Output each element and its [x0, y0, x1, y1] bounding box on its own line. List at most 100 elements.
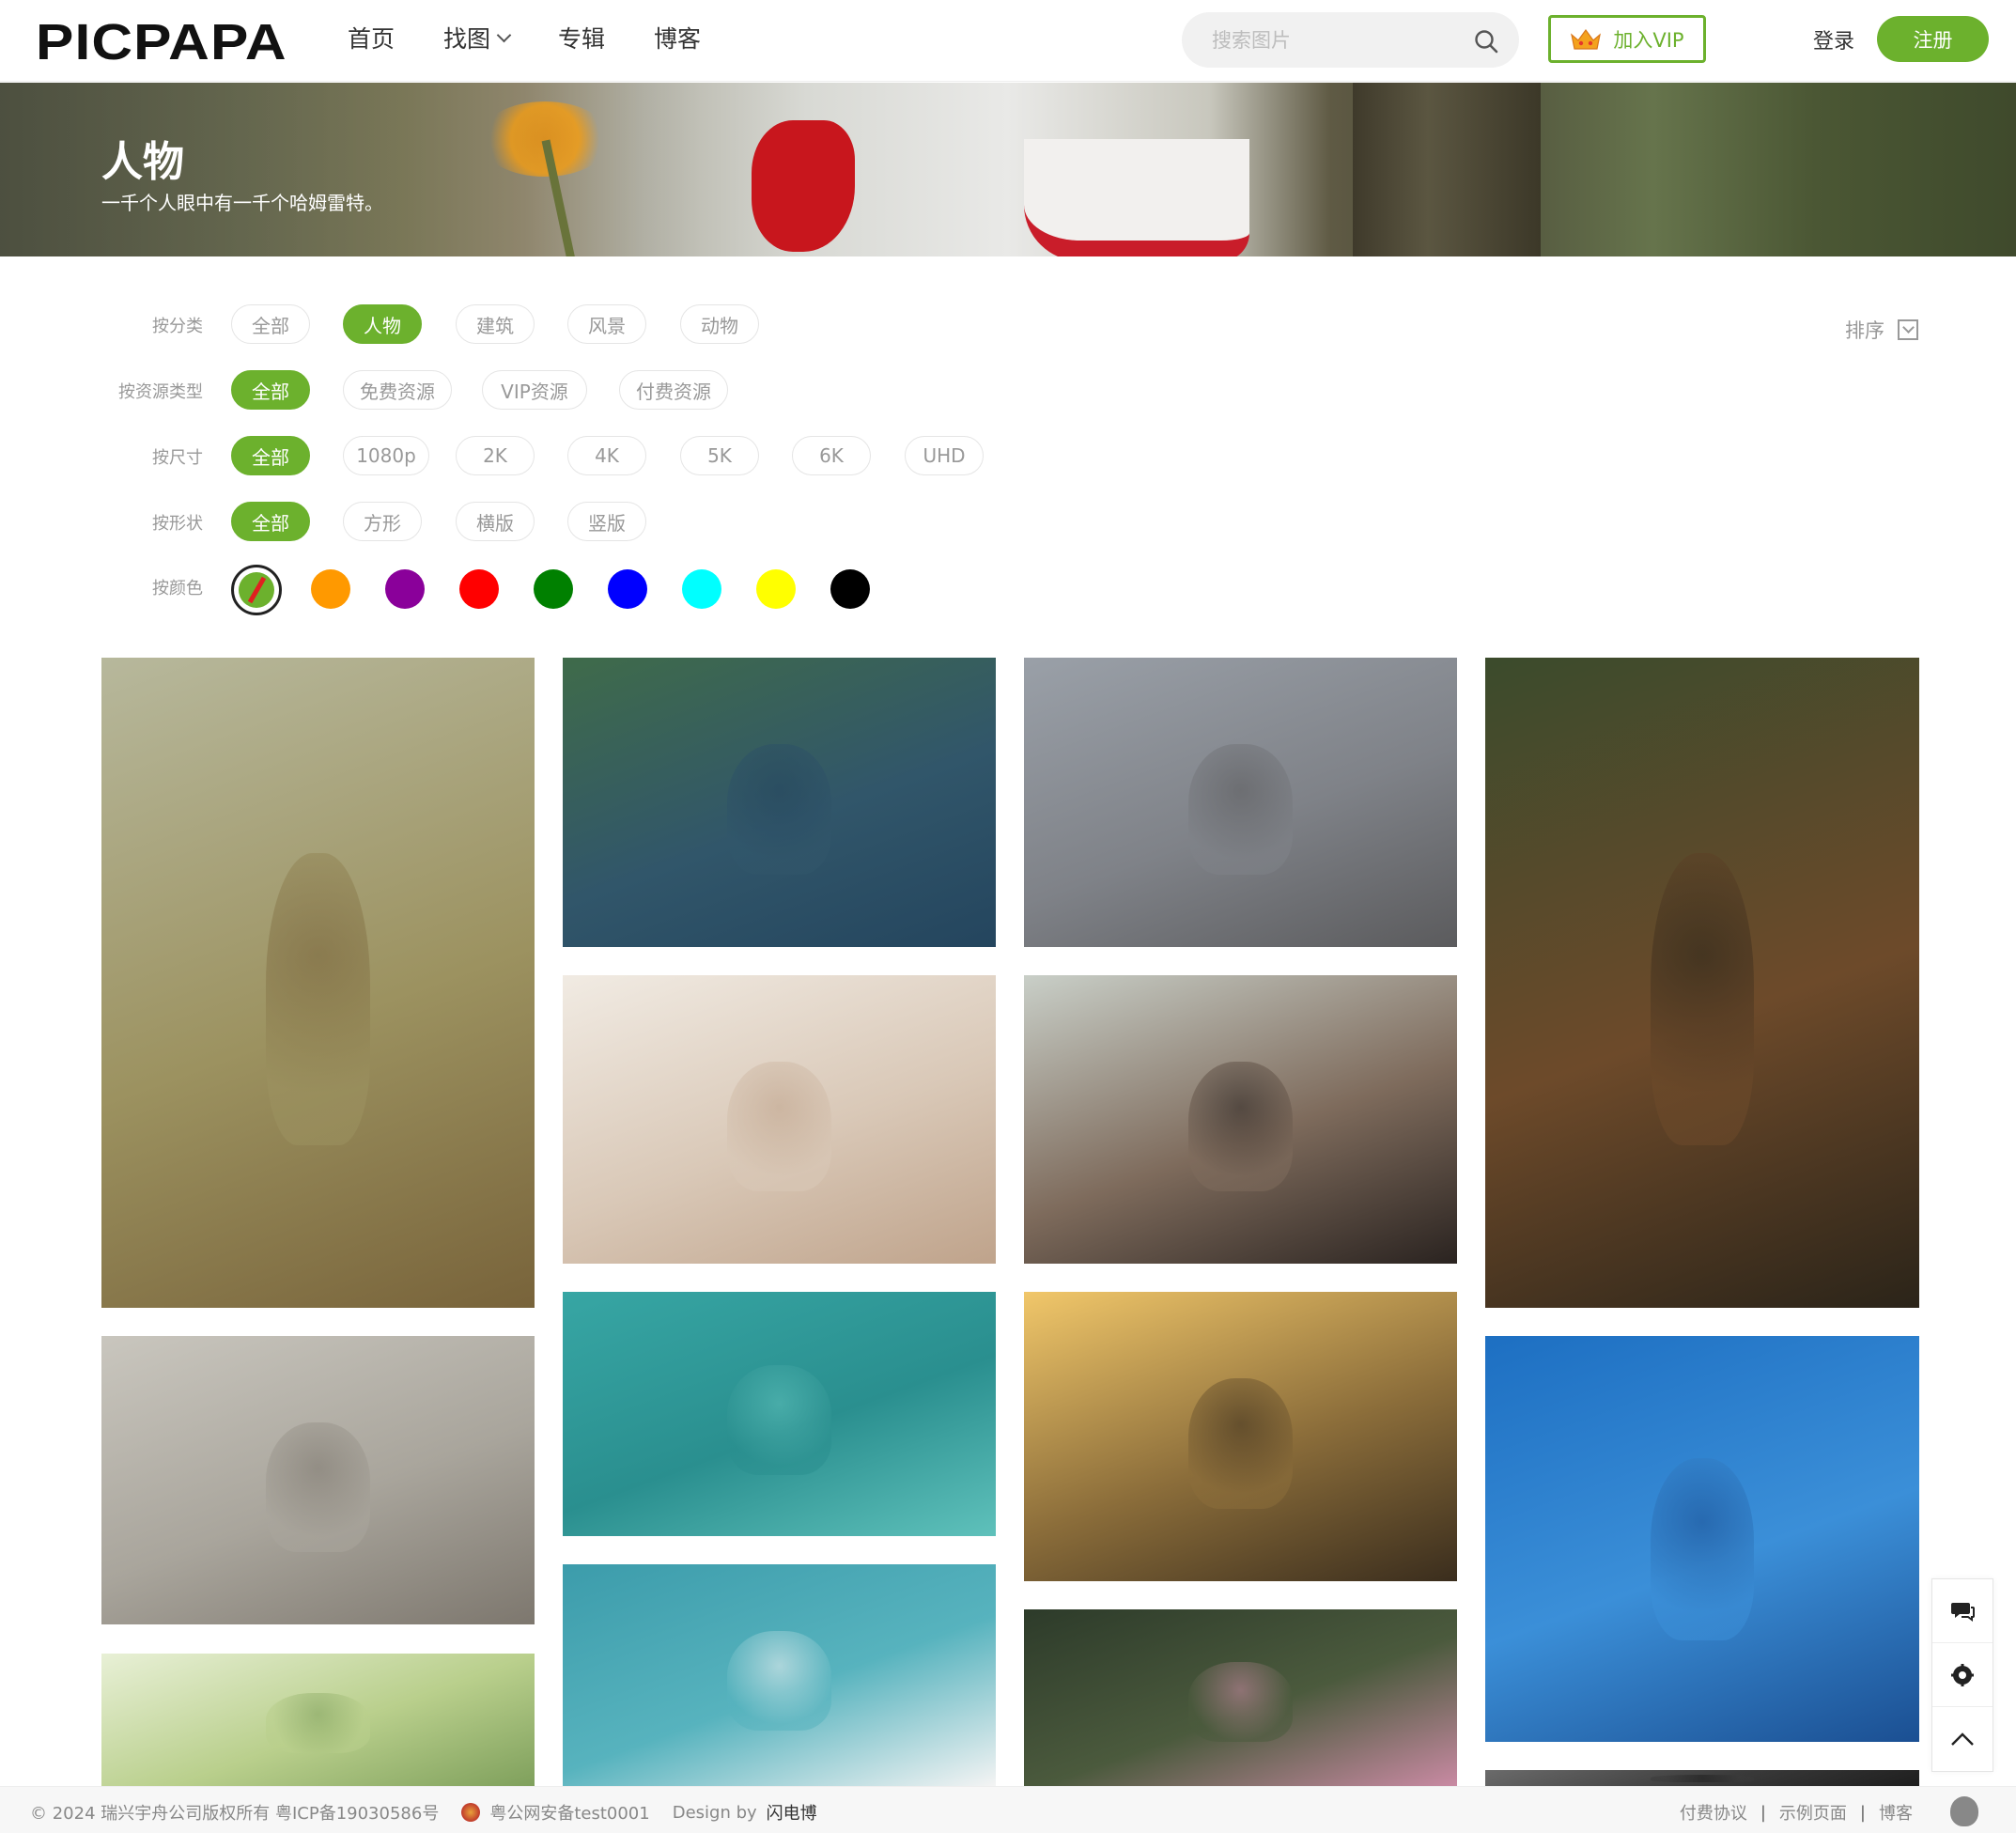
- color-swatch-green[interactable]: [534, 569, 573, 609]
- filter-category-landscape[interactable]: 风景: [567, 304, 646, 344]
- photo-floating-turquoise[interactable]: [563, 1292, 996, 1536]
- color-swatch-red[interactable]: [459, 569, 499, 609]
- register-button[interactable]: 注册: [1877, 16, 1989, 62]
- settings-sun-icon: [1951, 1663, 1974, 1686]
- photo-green-blur[interactable]: [101, 1654, 535, 1786]
- site-logo[interactable]: PICPAPA: [36, 13, 287, 71]
- photo-subject-shape: [1188, 744, 1293, 875]
- sort-label: 排序: [1845, 319, 1884, 342]
- footer-separator: |: [1760, 1802, 1766, 1823]
- login-link[interactable]: 登录: [1813, 24, 1854, 54]
- filter-shape-square[interactable]: 方形: [343, 502, 422, 541]
- photo-subject-shape: [1188, 1378, 1293, 1509]
- design-by-text: Design by: [672, 1802, 757, 1823]
- color-swatch-black[interactable]: [830, 569, 870, 609]
- filter-shape-portrait[interactable]: 竖版: [567, 502, 646, 541]
- nav-label: 博客: [654, 25, 702, 53]
- footer-link-paid-agreement[interactable]: 付费协议: [1680, 1800, 1747, 1825]
- photo-bathtub-woman[interactable]: [563, 975, 996, 1264]
- site-footer: © 2024 瑞兴宇舟公司版权所有 粤ICP备19030586号 粤公网安备te…: [0, 1786, 2016, 1833]
- photo-couple-smiling[interactable]: [1024, 975, 1457, 1264]
- photo-pool-tiles[interactable]: [563, 1564, 996, 1786]
- vip-label: 加入VIP: [1613, 28, 1684, 52]
- qq-penguin-icon[interactable]: [1950, 1796, 1978, 1826]
- photo-subject-shape: [1650, 1457, 1755, 1640]
- banner-shade: [0, 83, 2016, 256]
- search-box: [1182, 12, 1519, 68]
- color-swatch-yellow[interactable]: [756, 569, 796, 609]
- photo-subject-shape: [1188, 1062, 1293, 1192]
- search-input[interactable]: [1212, 12, 1456, 68]
- swatch-all-inner: [239, 572, 274, 608]
- filter-label-category: 按分类: [152, 317, 203, 336]
- police-badge-icon: [461, 1803, 481, 1822]
- chat-bubble-icon: [1951, 1602, 1975, 1622]
- photo-pink-flowers[interactable]: [1024, 1609, 1457, 1786]
- photo-infinity-pool[interactable]: [563, 658, 996, 947]
- join-vip-button[interactable]: 加入VIP: [1548, 15, 1706, 63]
- filter-size-6k[interactable]: 6K: [792, 436, 871, 475]
- filter-resource-free[interactable]: 免费资源: [343, 370, 452, 410]
- photo-subject-shape: [727, 1365, 831, 1475]
- photo-mother-child-street[interactable]: [1024, 658, 1457, 947]
- chat-button[interactable]: [1932, 1579, 1993, 1643]
- filter-label-color: 按颜色: [152, 579, 203, 598]
- filter-resource-paid[interactable]: 付费资源: [619, 370, 728, 410]
- photo-selfie-friends[interactable]: [101, 658, 535, 1308]
- photo-curly-hair-portrait[interactable]: [1485, 658, 1919, 1308]
- photo-sunset-lake[interactable]: [1024, 1292, 1457, 1581]
- dropdown-box-icon: [1898, 319, 1918, 340]
- color-swatch-orange[interactable]: [311, 569, 350, 609]
- floating-toolbar: [1931, 1578, 1993, 1772]
- color-swatch-purple[interactable]: [385, 569, 425, 609]
- page-subtitle: 一千个人眼中有一千个哈姆雷特。: [101, 192, 383, 214]
- design-author-link[interactable]: 闪电博: [767, 1800, 817, 1825]
- police-record-link[interactable]: 粤公网安备test0001: [489, 1800, 649, 1825]
- filter-size-all[interactable]: 全部: [231, 436, 310, 475]
- photo-subject-shape: [266, 852, 370, 1145]
- footer-separator: |: [1859, 1802, 1866, 1823]
- photo-blue-pool-dancers[interactable]: [1485, 1336, 1919, 1742]
- filter-size-5k[interactable]: 5K: [680, 436, 759, 475]
- filter-label-resource: 按资源类型: [118, 382, 203, 402]
- search-icon[interactable]: [1474, 29, 1498, 54]
- filter-category-all[interactable]: 全部: [231, 304, 310, 344]
- back-to-top-button[interactable]: [1932, 1707, 1993, 1771]
- footer-link-blog[interactable]: 博客: [1879, 1800, 1913, 1825]
- nav-item-home[interactable]: 首页: [348, 21, 395, 54]
- filter-label-shape: 按形状: [152, 514, 203, 534]
- nav-label: 首页: [348, 25, 395, 53]
- nav-item-find[interactable]: 找图: [443, 21, 512, 54]
- photo-subject-shape: [1650, 852, 1755, 1145]
- copyright-text[interactable]: © 2024 瑞兴宇舟公司版权所有 粤ICP备19030586号: [30, 1800, 439, 1825]
- filter-label-size: 按尺寸: [152, 448, 203, 468]
- category-banner: [0, 83, 2016, 256]
- filter-category-architecture[interactable]: 建筑: [456, 304, 535, 344]
- color-swatch-blue[interactable]: [608, 569, 647, 609]
- nav-item-blog[interactable]: 博客: [654, 21, 701, 54]
- nav-label: 专辑: [558, 25, 606, 53]
- filter-size-uhd[interactable]: UHD: [905, 436, 984, 475]
- sort-dropdown[interactable]: 排序: [1845, 316, 1918, 344]
- photo-subject-shape: [727, 744, 831, 875]
- photo-dark-partial[interactable]: [1485, 1770, 1919, 1786]
- photo-subject-shape: [266, 1422, 370, 1553]
- photo-subject-shape: [266, 1693, 370, 1753]
- footer-link-sample-page[interactable]: 示例页面: [1779, 1800, 1847, 1825]
- filter-size-2k[interactable]: 2K: [456, 436, 535, 475]
- filter-category-animals[interactable]: 动物: [680, 304, 759, 344]
- color-swatch-cyan[interactable]: [682, 569, 721, 609]
- filter-size-4k[interactable]: 4K: [567, 436, 646, 475]
- photo-subject-shape: [1188, 1662, 1293, 1742]
- filter-shape-landscape[interactable]: 横版: [456, 502, 535, 541]
- theme-toggle-button[interactable]: [1932, 1643, 1993, 1707]
- filter-size-1080p[interactable]: 1080p: [343, 436, 429, 475]
- photo-beach-reflection[interactable]: [101, 1336, 535, 1624]
- color-swatch-all[interactable]: [231, 565, 282, 615]
- filter-shape-all[interactable]: 全部: [231, 502, 310, 541]
- filter-resource-vip[interactable]: VIP资源: [482, 370, 587, 410]
- site-header: PICPAPA 首页 找图 专辑 博客 加入VIP 登录 注册: [0, 0, 2016, 82]
- nav-item-albums[interactable]: 专辑: [558, 21, 605, 54]
- filter-category-people[interactable]: 人物: [343, 304, 422, 344]
- filter-resource-all[interactable]: 全部: [231, 370, 310, 410]
